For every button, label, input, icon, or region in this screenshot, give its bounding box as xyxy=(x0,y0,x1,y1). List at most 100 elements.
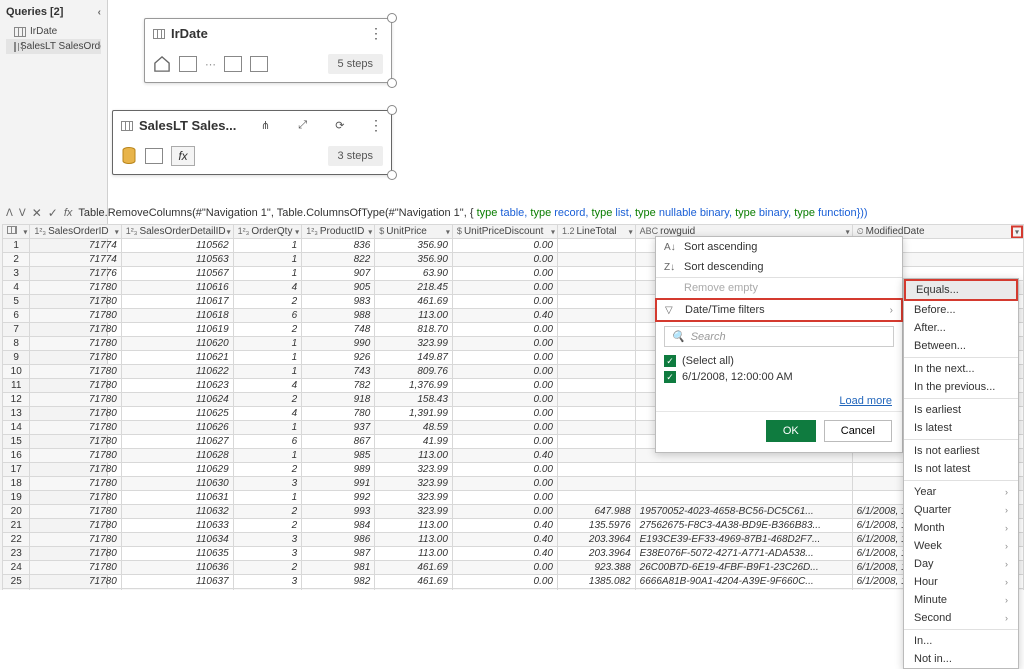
cell[interactable]: 113.00 xyxy=(375,547,453,561)
submenu-item[interactable]: Second› xyxy=(904,609,1018,627)
cell[interactable]: 323.99 xyxy=(375,337,453,351)
cell[interactable]: 3 xyxy=(233,547,302,561)
table-row[interactable]: 24717801106362981461.690.00923.38826C00B… xyxy=(3,561,1024,575)
cell[interactable]: 71780 xyxy=(30,365,121,379)
cell[interactable]: 71780 xyxy=(30,519,121,533)
collapse-up-icon[interactable]: ᐱ xyxy=(6,208,13,219)
cell[interactable]: 71780 xyxy=(30,561,121,575)
cell[interactable]: 203.3964 xyxy=(557,533,635,547)
cell[interactable] xyxy=(557,281,635,295)
cell[interactable]: 1 xyxy=(233,267,302,281)
submenu-item[interactable]: Week› xyxy=(904,537,1018,555)
cell[interactable]: 71780 xyxy=(30,463,121,477)
col-orderqty[interactable]: 1²₃OrderQty▾ xyxy=(233,225,302,239)
cell[interactable]: 26C00B7D-6E19-4FBF-B9F1-23C26D... xyxy=(635,561,852,575)
cell[interactable]: 743 xyxy=(302,365,375,379)
cell[interactable] xyxy=(557,351,635,365)
cell[interactable]: 2 xyxy=(233,519,302,533)
cell[interactable] xyxy=(557,267,635,281)
cell[interactable]: 110621 xyxy=(121,351,233,365)
cell[interactable]: 203.3964 xyxy=(557,547,635,561)
cell[interactable]: 991 xyxy=(302,477,375,491)
query-card-irdate[interactable]: IrDate ⋮ ⋯ 5 steps xyxy=(144,18,392,83)
cell[interactable]: 71780 xyxy=(30,575,121,589)
cell[interactable]: E38E076F-5072-4271-A771-ADA538... xyxy=(635,547,852,561)
cell[interactable]: 990 xyxy=(302,337,375,351)
cell[interactable]: 110624 xyxy=(121,393,233,407)
submenu-item[interactable]: Day› xyxy=(904,555,1018,573)
cell[interactable]: 113.00 xyxy=(375,449,453,463)
cell[interactable]: 149.87 xyxy=(375,351,453,365)
cell[interactable]: 110567 xyxy=(121,267,233,281)
cell[interactable]: 2 xyxy=(233,561,302,575)
col-linetotal[interactable]: 1.2LineTotal▾ xyxy=(557,225,635,239)
cell[interactable]: 461.69 xyxy=(375,295,453,309)
cell[interactable]: 3 xyxy=(233,477,302,491)
cell[interactable]: 748 xyxy=(302,323,375,337)
connector-handle[interactable] xyxy=(387,78,397,88)
cell[interactable]: 6666A81B-90A1-4204-A39E-9F660C... xyxy=(635,575,852,589)
cell[interactable]: 782 xyxy=(302,379,375,393)
cell[interactable]: 71780 xyxy=(30,533,121,547)
cell[interactable] xyxy=(557,435,635,449)
cell[interactable]: 822 xyxy=(302,253,375,267)
cell[interactable]: 0.00 xyxy=(452,337,557,351)
submenu-item[interactable]: In the previous... xyxy=(904,378,1018,396)
cell[interactable]: 4 xyxy=(233,379,302,393)
cell[interactable]: 989 xyxy=(302,463,375,477)
cell[interactable]: 1 xyxy=(233,421,302,435)
submenu-item[interactable]: Is earliest xyxy=(904,401,1018,419)
cell[interactable]: 937 xyxy=(302,421,375,435)
cell[interactable]: 71774 xyxy=(30,253,121,267)
cell[interactable]: 110628 xyxy=(121,449,233,463)
cell[interactable]: 923.388 xyxy=(557,561,635,575)
cell[interactable] xyxy=(557,295,635,309)
cell[interactable]: 71780 xyxy=(30,547,121,561)
cell[interactable] xyxy=(557,323,635,337)
cell[interactable]: 988 xyxy=(302,309,375,323)
sort-descending[interactable]: Z↓Sort descending xyxy=(656,257,902,277)
cell[interactable]: 27562675-F8C3-4A38-BD9E-B366B83... xyxy=(635,519,852,533)
cell[interactable] xyxy=(557,379,635,393)
grid-icon[interactable] xyxy=(145,148,163,164)
cell[interactable]: 0.40 xyxy=(452,519,557,533)
cell[interactable] xyxy=(635,463,852,477)
query-item-saleslt[interactable]: SalesLT SalesOrder... xyxy=(6,39,101,54)
cell[interactable]: 356.90 xyxy=(375,239,453,253)
cancel-icon[interactable]: ✕ xyxy=(32,206,42,220)
submenu-item[interactable]: Hour› xyxy=(904,573,1018,591)
submenu-item[interactable]: Year› xyxy=(904,483,1018,501)
cell[interactable]: 0.00 xyxy=(452,477,557,491)
table-row[interactable]: 19717801106311992323.990.00 xyxy=(3,491,1024,505)
accept-icon[interactable]: ✓ xyxy=(48,206,58,220)
cell[interactable]: 836 xyxy=(302,239,375,253)
cell[interactable]: 985 xyxy=(302,449,375,463)
cell[interactable] xyxy=(557,393,635,407)
table-row[interactable]: 21717801106332984113.000.40135.597627562… xyxy=(3,519,1024,533)
cell[interactable]: 135.5976 xyxy=(557,519,635,533)
cell[interactable]: 113.00 xyxy=(375,519,453,533)
cell[interactable]: 110630 xyxy=(121,477,233,491)
cell[interactable]: 1,376.99 xyxy=(375,379,453,393)
cell[interactable]: 818.70 xyxy=(375,323,453,337)
table-row[interactable]: 25717801106373982461.690.001385.0826666A… xyxy=(3,575,1024,589)
cell[interactable]: 48.59 xyxy=(375,421,453,435)
cell[interactable]: 71774 xyxy=(30,239,121,253)
more-icon[interactable]: ⋮ xyxy=(369,25,383,42)
cell[interactable]: E193CE39-EF33-4969-87B1-468D2F7... xyxy=(635,533,852,547)
cell[interactable] xyxy=(557,449,635,463)
cell[interactable] xyxy=(557,477,635,491)
checkbox-item[interactable]: ✓6/1/2008, 12:00:00 AM xyxy=(664,369,894,385)
cell[interactable]: 110629 xyxy=(121,463,233,477)
cell[interactable]: 110563 xyxy=(121,253,233,267)
cell[interactable] xyxy=(635,477,852,491)
submenu-item[interactable]: Before... xyxy=(904,301,1018,319)
submenu-item[interactable]: Not in... xyxy=(904,650,1018,668)
grid-icon[interactable] xyxy=(179,56,197,72)
cell[interactable]: 71776 xyxy=(30,267,121,281)
share-icon[interactable]: ⋔ xyxy=(257,118,273,134)
cell[interactable]: 113.00 xyxy=(375,533,453,547)
cell[interactable]: 3 xyxy=(233,533,302,547)
cell[interactable]: 110635 xyxy=(121,547,233,561)
submenu-item[interactable]: In... xyxy=(904,632,1018,650)
